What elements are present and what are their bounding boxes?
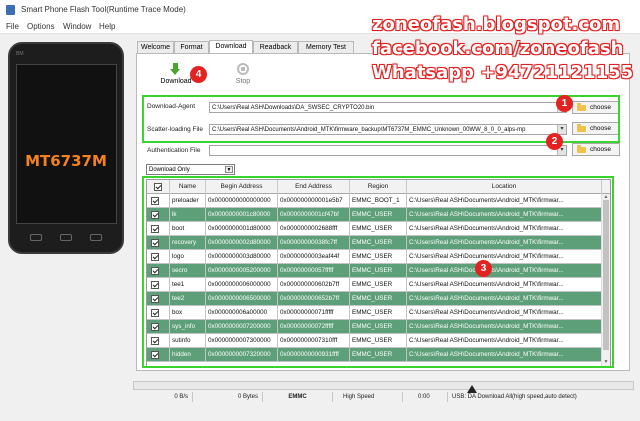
tab-format[interactable]: Format [174,41,209,53]
stop-icon [237,63,249,75]
status-speed: 0 B/s [133,392,193,402]
phone-menu-icon [90,234,102,241]
menu-help[interactable]: Help [99,22,115,31]
badge-3: 3 [475,260,492,277]
tab-readback[interactable]: Readback [253,41,298,53]
badge-4: 4 [190,66,207,83]
folder-icon [577,145,586,153]
download-mode-select[interactable]: Download Only ▼ [146,164,235,175]
status-time: 0:00 [403,392,448,402]
auth-file-label: Authentication File [147,147,201,154]
status-storage: EMMC [263,392,333,402]
menu-window[interactable]: Window [63,22,91,31]
auth-file-choose-button[interactable]: choose [572,143,620,156]
highlight-box-3 [142,176,614,368]
stop-button[interactable]: Stop [230,63,256,87]
status-usb-speed: High Speed [333,392,403,402]
watermark-facebook: facebook.com/zoneofash [372,38,624,59]
phone-brand: BM [16,51,24,57]
menu-options[interactable]: Options [27,22,55,31]
chevron-down-icon: ▼ [225,166,233,173]
download-arrow-icon [170,63,181,76]
download-button[interactable]: Download [160,63,192,87]
watermark-blog: zoneofash.blogspot.com [372,14,621,35]
phone-screen [16,64,117,224]
download-button-label: Download [160,78,192,85]
choose-label: choose [590,146,611,153]
phone-model-label: MT6737M [25,152,107,170]
status-connection: USB: DA Download All(high speed,auto det… [452,394,577,400]
stop-button-label: Stop [235,78,251,85]
progress-bar [133,381,634,390]
mouse-cursor-icon [467,385,477,393]
menu-file[interactable]: File [6,22,19,31]
download-mode-value: Download Only [149,167,190,173]
tab-download[interactable]: Download [209,40,253,53]
phone-back-icon [30,234,42,241]
app-icon [6,5,15,15]
tab-welcome[interactable]: Welcome [137,41,174,53]
status-bytes: 0 Bytes [193,392,263,402]
window-title: Smart Phone Flash Tool(Runtime Trace Mod… [21,5,186,14]
status-bar: 0 B/s 0 Bytes EMMC High Speed 0:00 USB: … [133,392,634,402]
phone-image: BM MT6737M [8,42,124,254]
tab-memory-test[interactable]: Memory Test [298,41,354,53]
watermark-whatsapp: Whatsapp +94721121155 [372,62,634,83]
badge-1: 1 [556,95,573,112]
auth-file-input[interactable] [209,145,567,156]
badge-2: 2 [546,133,563,150]
phone-home-icon [60,234,72,241]
